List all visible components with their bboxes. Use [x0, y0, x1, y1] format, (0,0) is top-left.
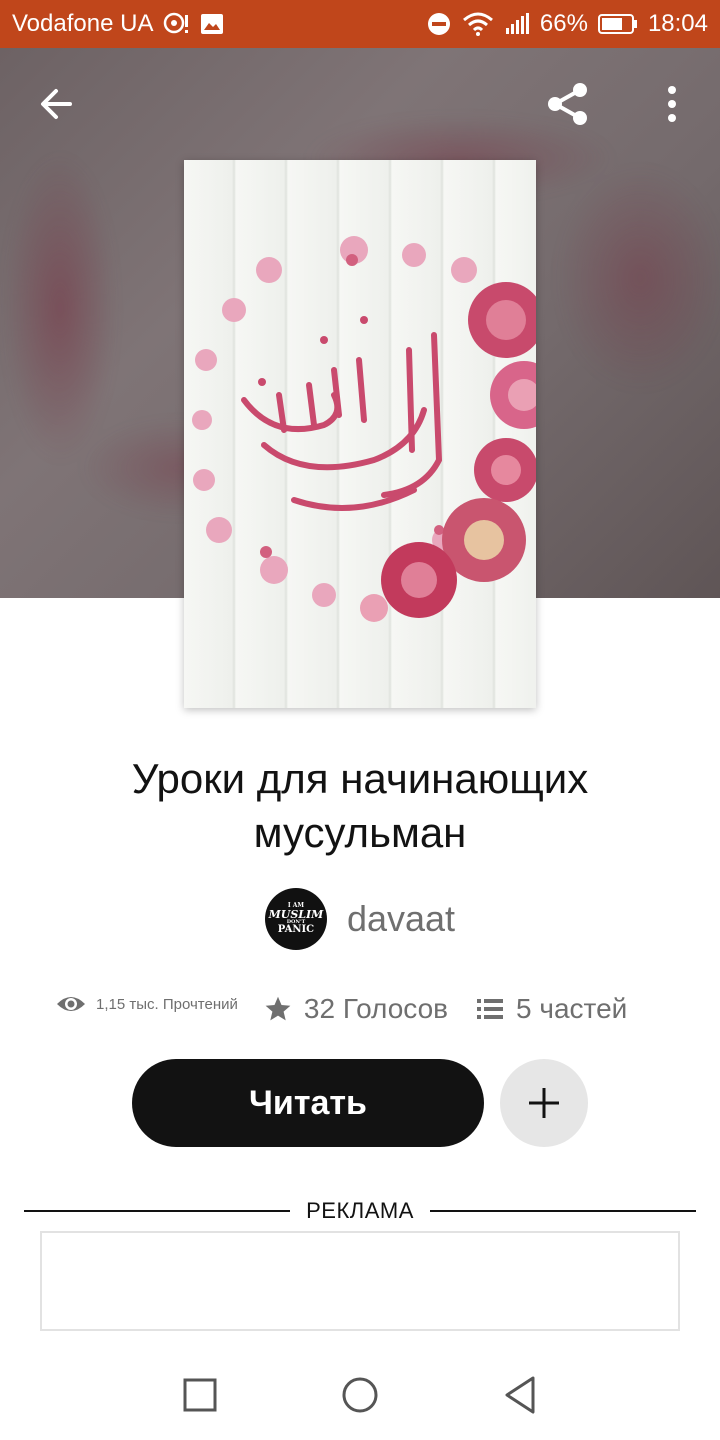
- divider-line-left: [24, 1210, 291, 1212]
- eye-icon: [57, 997, 85, 1011]
- author-name[interactable]: davaat: [347, 898, 455, 940]
- parts-stat[interactable]: 5 частей: [476, 993, 627, 1025]
- votes-count: 32 Голосов: [303, 993, 449, 1024]
- system-nav-bar: [0, 1350, 720, 1440]
- list-icon: [477, 999, 504, 1019]
- more-vertical-icon: [668, 86, 676, 122]
- triangle-back-icon: [505, 1376, 535, 1414]
- status-bar: Vodafone UA 66% 18:04: [0, 0, 720, 48]
- ad-divider: РЕКЛАМА: [24, 1196, 696, 1226]
- share-button[interactable]: [536, 72, 600, 136]
- back-button[interactable]: [24, 72, 88, 136]
- cover-artwork: [192, 236, 536, 622]
- add-to-library-button[interactable]: [500, 1059, 588, 1147]
- system-back-button[interactable]: [480, 1355, 560, 1435]
- hotspot-icon: [163, 12, 189, 36]
- read-button[interactable]: Читать: [132, 1059, 484, 1147]
- parts-count: 5 частей: [516, 993, 628, 1024]
- reads-count: 1,15 тыс. Прочтений: [96, 995, 238, 1013]
- do-not-disturb-icon: [426, 11, 452, 37]
- circle-icon: [342, 1377, 378, 1413]
- votes-stat: 32 Голосов: [264, 993, 448, 1025]
- more-options-button[interactable]: [640, 72, 704, 136]
- story-cover[interactable]: [184, 160, 536, 708]
- story-stats: 1,15 тыс. Прочтений 32 Голосов 5 частей: [56, 984, 676, 1034]
- story-title: Уроки для начинающих мусульман: [40, 752, 680, 860]
- star-icon: [265, 996, 291, 1021]
- share-icon: [548, 83, 587, 125]
- plus-icon: [529, 1088, 559, 1118]
- ad-label: РЕКЛАМА: [306, 1198, 414, 1223]
- wifi-icon: [462, 11, 494, 37]
- author-row[interactable]: I AM MUSLIM DON'T PANIC davaat: [0, 888, 720, 950]
- carrier-name: Vodafone UA: [12, 10, 154, 37]
- recents-button[interactable]: [160, 1355, 240, 1435]
- signal-icon: [504, 12, 530, 36]
- arrow-left-icon: [41, 89, 72, 119]
- battery-percent: 66%: [539, 10, 588, 37]
- home-button[interactable]: [320, 1355, 400, 1435]
- story-title-line-2: мусульман: [253, 809, 467, 856]
- image-icon: [199, 12, 225, 36]
- reads-stat: 1,15 тыс. Прочтений: [56, 993, 238, 1015]
- avatar[interactable]: I AM MUSLIM DON'T PANIC: [264, 888, 327, 950]
- square-icon: [183, 1378, 217, 1412]
- avatar-text-4: PANIC: [277, 924, 315, 935]
- story-title-line-1: Уроки для начинающих: [131, 755, 589, 802]
- divider-line-right: [429, 1210, 696, 1212]
- ad-slot[interactable]: [40, 1231, 680, 1331]
- clock: 18:04: [647, 10, 708, 37]
- battery-icon: [597, 13, 638, 35]
